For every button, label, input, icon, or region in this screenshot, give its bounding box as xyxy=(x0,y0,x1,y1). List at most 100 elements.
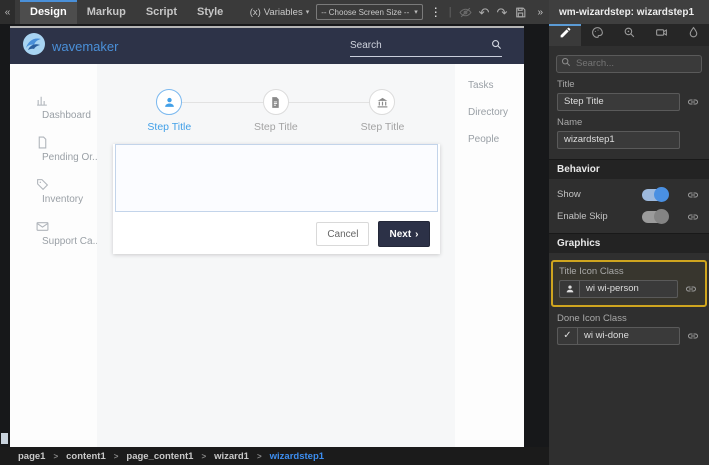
brand: wavemaker xyxy=(22,32,118,61)
header-search-input[interactable] xyxy=(350,40,491,51)
nav-item-pending-orders[interactable]: Pending Or... xyxy=(10,136,100,163)
tab-styles[interactable] xyxy=(581,24,613,46)
behavior-section-header: Behavior xyxy=(549,158,709,179)
undo-icon[interactable]: ↶ xyxy=(479,6,490,19)
canvas-page: wavemaker Dashboard xyxy=(10,26,524,447)
breadcrumb-wizardstep1[interactable]: wizardstep1 xyxy=(270,451,324,462)
breadcrumb-page-content1[interactable]: page_content1 xyxy=(126,451,193,462)
bind-link-icon[interactable] xyxy=(685,189,701,201)
list-item-tasks[interactable]: Tasks xyxy=(455,80,524,91)
wizard-area: Step Title Step Title Step Title Cancel … xyxy=(97,64,455,447)
variables-icon: (x) xyxy=(249,6,261,18)
show-property-row: Show xyxy=(549,186,709,202)
bar-chart-icon xyxy=(36,94,97,107)
title-field-input[interactable] xyxy=(557,92,680,111)
name-field-input[interactable] xyxy=(557,130,680,149)
done-icon-class-input[interactable] xyxy=(577,326,680,345)
app-header[interactable]: wavemaker xyxy=(10,28,524,64)
nav-item-dashboard[interactable]: Dashboard xyxy=(10,94,97,121)
studio-toolbar: « Design Markup Script Style (x) Variabl… xyxy=(0,0,549,24)
chevron-down-icon: ▾ xyxy=(305,9,310,16)
tag-icon xyxy=(36,178,97,191)
tab-theme[interactable] xyxy=(677,24,709,46)
left-nav: Dashboard Pending Or... Inventory Suppor… xyxy=(10,64,101,447)
toolbar-divider: | xyxy=(448,6,452,18)
wavemaker-logo-icon xyxy=(22,32,46,61)
chevron-down-icon: ▾ xyxy=(414,9,418,16)
screen-size-select[interactable]: -- Choose Screen Size -- ▾ xyxy=(316,4,423,20)
wizard-steps: Step Title Step Title Step Title xyxy=(116,89,436,133)
preview-eye-off-icon[interactable] xyxy=(459,6,472,19)
save-icon[interactable] xyxy=(514,6,527,19)
camera-icon xyxy=(655,26,668,44)
nav-item-inventory[interactable]: Inventory xyxy=(10,178,97,205)
redo-icon[interactable]: ↷ xyxy=(497,6,508,19)
pencil-icon xyxy=(559,26,572,44)
tab-design[interactable]: Design xyxy=(20,0,77,24)
tab-device[interactable] xyxy=(645,24,677,46)
title-field-label: Title xyxy=(557,78,575,90)
more-options-icon[interactable]: ⋮ xyxy=(430,5,442,19)
variables-dropdown[interactable]: (x) Variables ▾ xyxy=(250,7,310,18)
nav-item-support-cases[interactable]: Support Ca... xyxy=(10,220,101,247)
breadcrumb: page1 > content1 > page_content1 > wizar… xyxy=(0,447,549,465)
collapse-left-icon[interactable]: « xyxy=(0,0,15,24)
tab-script[interactable]: Script xyxy=(136,0,187,24)
enable-skip-property-row: Enable Skip xyxy=(549,208,709,224)
search-gear-icon xyxy=(623,26,636,44)
right-list: Tasks Directory People xyxy=(455,64,524,447)
breadcrumb-page1[interactable]: page1 xyxy=(18,451,45,462)
breadcrumb-content1[interactable]: content1 xyxy=(66,451,106,462)
show-label: Show xyxy=(557,189,581,200)
bind-link-icon[interactable] xyxy=(685,96,701,108)
properties-panel: Title Name Behavior Show Enable Skip Gra… xyxy=(549,24,709,465)
graphics-section-header: Graphics xyxy=(549,232,709,253)
bind-link-icon[interactable] xyxy=(685,211,701,223)
check-icon: ✓ xyxy=(557,326,577,345)
bind-link-icon[interactable] xyxy=(685,330,701,342)
cancel-button[interactable]: Cancel xyxy=(316,222,370,246)
design-canvas: wavemaker Dashboard xyxy=(0,24,549,447)
breadcrumb-separator: > xyxy=(256,451,262,461)
wizard-step-content[interactable] xyxy=(114,144,438,212)
tab-inspect[interactable] xyxy=(613,24,645,46)
wizard-step-1[interactable]: Step Title xyxy=(116,89,223,133)
bind-link-icon[interactable] xyxy=(683,283,699,295)
done-icon-class-label: Done Icon Class xyxy=(557,312,627,324)
palette-icon xyxy=(591,26,604,44)
header-search[interactable] xyxy=(350,35,502,57)
tab-style[interactable]: Style xyxy=(187,0,233,24)
panel-tabs xyxy=(549,24,709,46)
wizard-step-2[interactable]: Step Title xyxy=(223,89,330,133)
wizard-card: Cancel Next › xyxy=(112,144,440,254)
name-field-label: Name xyxy=(557,116,583,128)
selected-widget-title: wm-wizardstep: wizardstep1 xyxy=(549,0,709,24)
enable-skip-toggle[interactable] xyxy=(642,208,669,224)
breadcrumb-separator: > xyxy=(113,451,119,461)
list-item-directory[interactable]: Directory xyxy=(455,107,524,118)
wizard-actions: Cancel Next › xyxy=(113,214,440,254)
bank-icon xyxy=(369,89,396,115)
properties-search-input[interactable] xyxy=(556,54,702,73)
person-icon xyxy=(156,89,183,115)
search-icon xyxy=(491,37,502,55)
show-toggle[interactable] xyxy=(642,186,669,202)
enable-skip-label: Enable Skip xyxy=(557,211,608,222)
breadcrumb-separator: > xyxy=(201,451,207,461)
breadcrumb-wizard1[interactable]: wizard1 xyxy=(214,451,249,462)
brand-name: wavemaker xyxy=(52,38,119,54)
file-icon xyxy=(36,136,97,149)
tab-properties[interactable] xyxy=(549,24,581,46)
expand-panel-icon[interactable]: » xyxy=(534,7,546,18)
properties-search xyxy=(556,53,702,73)
title-icon-class-highlight: Title Icon Class xyxy=(551,259,707,307)
title-icon-class-label: Title Icon Class xyxy=(559,265,624,277)
droplet-icon xyxy=(687,26,700,44)
list-item-people[interactable]: People xyxy=(455,134,524,145)
next-button[interactable]: Next › xyxy=(378,221,430,247)
wizard-step-3[interactable]: Step Title xyxy=(329,89,436,133)
tab-markup[interactable]: Markup xyxy=(77,0,136,24)
title-icon-class-input[interactable] xyxy=(579,279,678,298)
breadcrumb-separator: > xyxy=(53,451,59,461)
mode-tabs: Design Markup Script Style xyxy=(20,0,233,24)
